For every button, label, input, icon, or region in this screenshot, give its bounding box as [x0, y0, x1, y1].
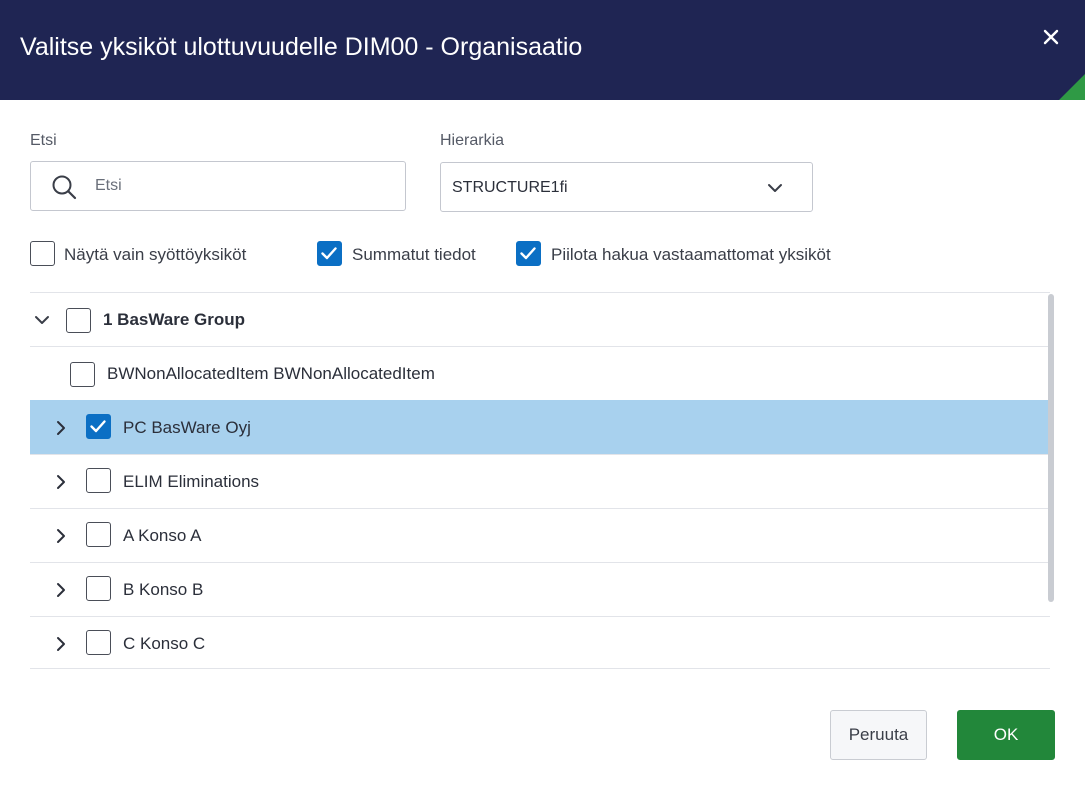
cancel-button[interactable]: Peruuta [830, 710, 927, 760]
checkbox-hide-non-matching[interactable] [516, 241, 541, 266]
dialog-header: Valitse yksiköt ulottuvuudelle DIM00 - O… [0, 0, 1085, 100]
checkmark-icon [520, 247, 536, 260]
tree-checkbox[interactable] [70, 362, 95, 387]
tree-row[interactable]: C Konso C [30, 616, 1050, 670]
close-icon [1043, 29, 1059, 45]
checkmark-icon [321, 247, 337, 260]
tree-checkbox[interactable] [86, 630, 111, 655]
checkbox-input-units-only[interactable] [30, 241, 55, 266]
hierarchy-select[interactable]: STRUCTURE1fi [440, 162, 813, 212]
tree-row-label: B Konso B [123, 580, 204, 599]
tree-row[interactable]: BWNonAllocatedItem BWNonAllocatedItem [30, 346, 1050, 400]
checkbox-summed-data[interactable] [317, 241, 342, 266]
tree-row[interactable]: 1 BasWare Group [30, 292, 1050, 346]
hierarchy-selected-value: STRUCTURE1fi [452, 179, 568, 196]
ok-button[interactable]: OK [957, 710, 1055, 760]
chevron-right-icon[interactable] [51, 580, 71, 600]
corner-accent [1059, 74, 1085, 100]
chevron-right-icon[interactable] [51, 472, 71, 492]
tree-checkbox[interactable] [86, 414, 111, 439]
tree-checkbox[interactable] [66, 308, 91, 333]
tree-row[interactable]: ELIM Eliminations [30, 454, 1050, 508]
checkmark-icon [90, 420, 106, 433]
tree-row[interactable]: B Konso B [30, 562, 1050, 616]
chevron-right-icon[interactable] [51, 526, 71, 546]
tree-row-label: BWNonAllocatedItem BWNonAllocatedItem [107, 364, 435, 383]
chevron-right-icon[interactable] [51, 418, 71, 438]
search-label: Etsi [30, 132, 57, 149]
tree-row[interactable]: A Konso A [30, 508, 1050, 562]
tree-divider [30, 668, 1050, 669]
tree-row-label: 1 BasWare Group [103, 310, 246, 329]
tree-row-label: C Konso C [123, 634, 206, 653]
chevron-down-icon [768, 184, 782, 192]
option-label-hide-non-matching: Piilota hakua vastaamattomat yksiköt [551, 245, 831, 264]
dialog-title: Valitse yksiköt ulottuvuudelle DIM00 - O… [20, 33, 583, 61]
tree-checkbox[interactable] [86, 522, 111, 547]
search-box [30, 161, 406, 211]
tree-checkbox[interactable] [86, 468, 111, 493]
tree-row-label: PC BasWare Oyj [123, 418, 251, 437]
chevron-right-icon[interactable] [51, 634, 71, 654]
tree-row-selected[interactable]: PC BasWare Oyj [30, 400, 1050, 454]
tree-row-label: A Konso A [123, 526, 202, 545]
chevron-down-icon[interactable] [32, 310, 52, 330]
option-label-input-units-only: Näytä vain syöttöyksiköt [64, 245, 247, 264]
unit-tree: 1 BasWare Group BWNonAllocatedItem BWNon… [30, 292, 1055, 680]
option-label-summed-data: Summatut tiedot [352, 245, 476, 264]
tree-checkbox[interactable] [86, 576, 111, 601]
tree-row-label: ELIM Eliminations [123, 472, 260, 491]
search-input[interactable] [95, 162, 395, 210]
scrollbar-thumb[interactable] [1048, 294, 1054, 602]
close-button[interactable] [1036, 22, 1066, 52]
search-icon [52, 175, 77, 200]
hierarchy-label: Hierarkia [440, 132, 505, 149]
